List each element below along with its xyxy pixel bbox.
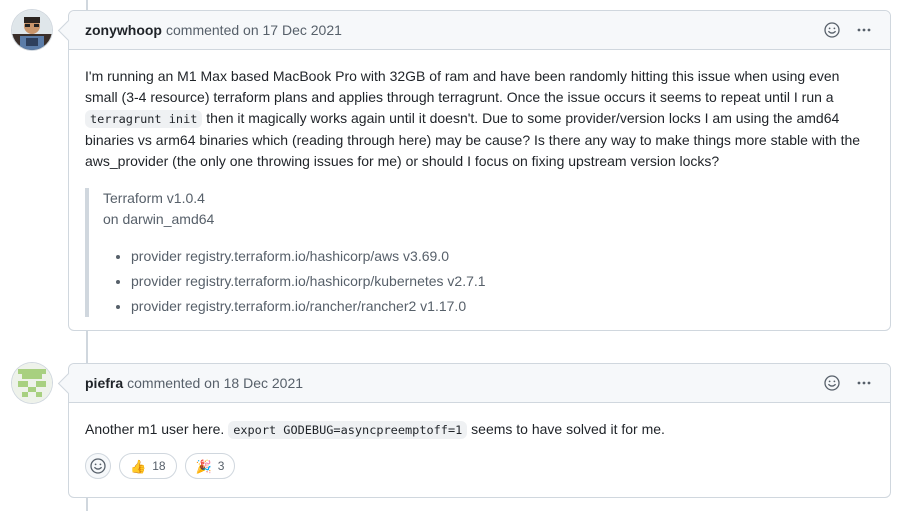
thumbs-up-icon: 👍: [130, 458, 147, 474]
kebab-horizontal-icon: [857, 381, 871, 385]
smiley-icon: [824, 22, 840, 38]
more-options-button[interactable]: [854, 20, 874, 40]
avatar-zonywhoop[interactable]: [12, 10, 52, 50]
comment-timestamp[interactable]: commented on 17 Dec 2021: [166, 22, 342, 38]
author-link[interactable]: piefra: [85, 375, 123, 391]
comment-body: Another m1 user here. export GODEBUG=asy…: [69, 403, 890, 441]
list-item: provider registry.terraform.io/rancher/r…: [131, 296, 858, 317]
comment-body: I'm running an M1 Max based MacBook Pro …: [69, 50, 890, 317]
identicon-image: [12, 363, 52, 403]
blockquote: Terraform v1.0.4 on darwin_amd64 provider…: [85, 188, 874, 317]
reaction-count: 3: [217, 459, 225, 473]
quote-line: on darwin_amd64: [103, 211, 215, 227]
kebab-horizontal-icon: [857, 28, 871, 32]
paragraph-text: I'm running an M1 Max based MacBook Pro …: [85, 68, 840, 105]
paragraph-text: then it magically works again until it d…: [85, 110, 861, 169]
paragraph-text: seems to have solved it for me.: [467, 421, 665, 437]
paragraph-text: Another m1 user here.: [85, 421, 229, 437]
smiley-icon: [90, 458, 106, 474]
reactions-bar: 👍 18 🎉 3: [69, 441, 890, 495]
list-item: provider registry.terraform.io/hashicorp…: [131, 271, 858, 292]
list-item: provider registry.terraform.io/hashicorp…: [131, 246, 858, 267]
header-actions: [822, 373, 874, 393]
provider-list: provider registry.terraform.io/hashicorp…: [103, 246, 858, 317]
comment-header: zonywhoop commented on 17 Dec 2021: [69, 11, 890, 50]
avatar-image: [12, 10, 52, 50]
add-reaction-button[interactable]: [822, 20, 842, 40]
comment-paragraph: I'm running an M1 Max based MacBook Pro …: [85, 66, 874, 172]
smiley-icon: [824, 375, 840, 391]
comment-card: zonywhoop commented on 17 Dec 2021 I'm r…: [68, 10, 891, 331]
party-popper-icon: 🎉: [195, 458, 212, 474]
comment-timestamp[interactable]: commented on 18 Dec 2021: [127, 375, 303, 391]
add-reaction-button[interactable]: [822, 373, 842, 393]
header-actions: [822, 20, 874, 40]
comment-card: piefra commented on 18 Dec 2021 Another …: [68, 363, 891, 498]
quote-line: Terraform v1.0.4: [103, 190, 205, 206]
avatar-piefra[interactable]: [12, 363, 52, 403]
author-link[interactable]: zonywhoop: [85, 22, 162, 38]
comment-header: piefra commented on 18 Dec 2021: [69, 364, 890, 403]
more-options-button[interactable]: [854, 373, 874, 393]
reaction-hooray-button[interactable]: 🎉 3: [184, 453, 236, 479]
comment-paragraph: Another m1 user here. export GODEBUG=asy…: [85, 419, 874, 441]
quote-paragraph: Terraform v1.0.4 on darwin_amd64: [103, 188, 858, 230]
inline-code: export GODEBUG=asyncpreemptoff=1: [228, 421, 468, 439]
reaction-thumbs-up-button[interactable]: 👍 18: [119, 453, 177, 479]
inline-code: terragrunt init: [85, 110, 203, 128]
reaction-count: 18: [152, 459, 166, 473]
add-reaction-button[interactable]: [85, 453, 111, 479]
